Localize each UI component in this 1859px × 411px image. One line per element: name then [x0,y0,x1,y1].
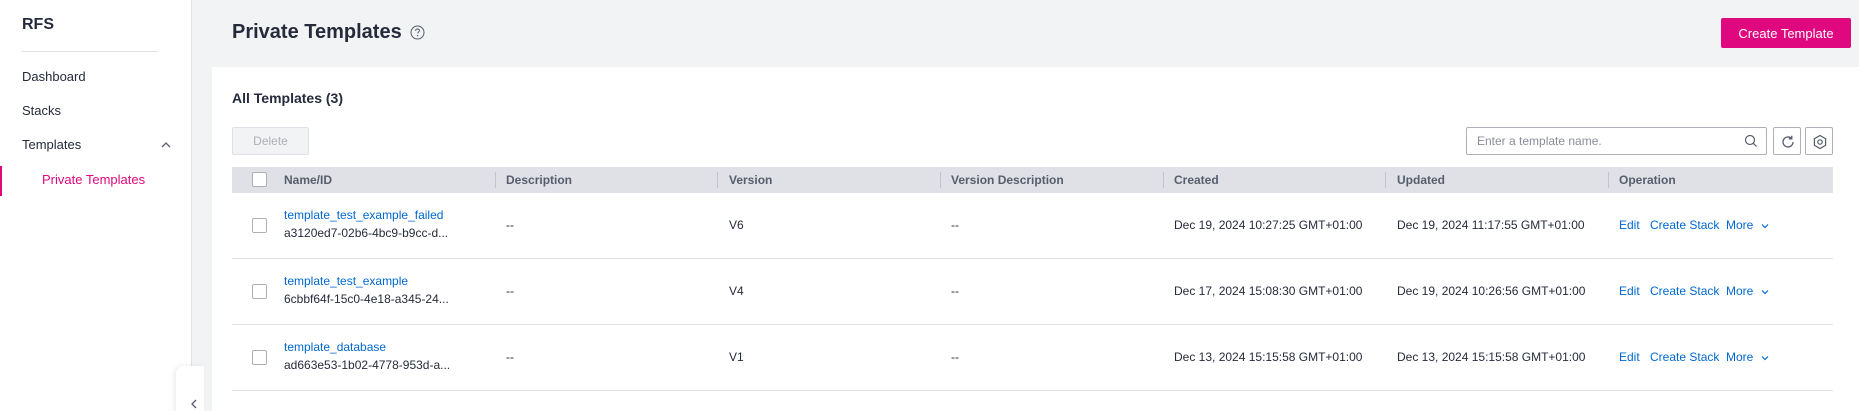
column-divider [495,172,496,188]
refresh-icon [1782,135,1794,148]
column-header-version-description: Version Description [951,173,1064,187]
sidebar-item-dashboard[interactable]: Dashboard [22,69,86,84]
version-description-cell: -- [951,218,959,232]
sidebar-collapse-button[interactable] [176,366,204,411]
create-stack-link[interactable]: Create Stack [1650,218,1719,232]
template-id: ad663e53-1b02-4778-953d-a... [284,358,451,372]
sidebar-item-private-templates[interactable]: Private Templates [42,172,145,187]
sidebar-item-label: Templates [22,137,82,152]
column-header-description: Description [506,173,573,187]
created-cell: Dec 13, 2024 15:15:58 GMT+01:00 [1174,350,1363,364]
table-row: template_test_example 6cbbf64f-15c0-4e18… [232,259,1833,325]
template-id: a3120ed7-02b6-4bc9-b9cc-d... [284,226,449,240]
version-cell: V6 [729,218,744,232]
sidebar-item-stacks[interactable]: Stacks [22,103,61,118]
edit-link[interactable]: Edit [1619,284,1640,298]
template-name-link[interactable]: template_test_example_failed [284,208,443,222]
template-id: 6cbbf64f-15c0-4e18-a345-24... [284,292,449,306]
updated-cell: Dec 13, 2024 15:15:58 GMT+01:00 [1397,350,1586,364]
chevron-up-icon [161,142,171,148]
table-header: Name/ID Description Version Version Desc… [232,167,1833,193]
more-label: More [1726,218,1754,232]
column-header-version: Version [729,173,773,187]
column-divider [1608,172,1609,188]
section-title: All Templates (3) [232,90,343,106]
created-cell: Dec 19, 2024 10:27:25 GMT+01:00 [1174,218,1363,232]
created-cell: Dec 17, 2024 15:08:30 GMT+01:00 [1174,284,1363,298]
sidebar-divider [22,51,158,52]
sidebar: RFS Dashboard Stacks Templates Private T… [0,0,192,411]
page-title: Private Templates [232,21,402,43]
row-checkbox[interactable] [252,218,267,233]
edit-link[interactable]: Edit [1619,218,1640,232]
chevron-down-icon [1761,223,1769,229]
chevron-down-icon [1761,289,1769,295]
help-icon[interactable] [410,25,425,40]
column-divider [940,172,941,188]
search-input[interactable] [1477,133,1732,149]
column-divider [1385,172,1386,188]
more-dropdown[interactable]: More [1726,284,1769,298]
version-description-cell: -- [951,350,959,364]
more-dropdown[interactable]: More [1726,350,1769,364]
column-divider [1163,172,1164,188]
version-cell: V1 [729,350,744,364]
service-name: RFS [22,16,54,33]
column-header-created: Created [1174,173,1219,187]
search-box [1466,127,1767,155]
delete-button[interactable]: Delete [232,127,309,155]
active-indicator [0,166,2,196]
column-divider [717,172,718,188]
refresh-button[interactable] [1773,127,1801,155]
create-template-button[interactable]: Create Template [1721,18,1851,48]
description-cell: -- [506,218,514,232]
row-checkbox[interactable] [252,350,267,365]
description-cell: -- [506,350,514,364]
create-stack-link[interactable]: Create Stack [1650,284,1719,298]
more-label: More [1726,284,1754,298]
templates-card: All Templates (3) Delete Name/ID Descrip… [212,67,1859,411]
row-checkbox[interactable] [252,284,267,299]
search-icon[interactable] [1744,134,1758,148]
chevron-left-icon [191,399,197,409]
column-header-operation: Operation [1619,173,1676,187]
template-name-link[interactable]: template_test_example [284,274,408,288]
more-label: More [1726,350,1754,364]
more-dropdown[interactable]: More [1726,218,1769,232]
version-description-cell: -- [951,284,959,298]
updated-cell: Dec 19, 2024 10:26:56 GMT+01:00 [1397,284,1586,298]
table-row: template_test_example_failed a3120ed7-02… [232,193,1833,259]
version-cell: V4 [729,284,744,298]
select-all-checkbox[interactable] [252,172,267,187]
chevron-down-icon [1761,355,1769,361]
settings-icon [1813,134,1827,150]
settings-button[interactable] [1805,127,1833,155]
table-row: template_database ad663e53-1b02-4778-953… [232,325,1833,391]
updated-cell: Dec 19, 2024 11:17:55 GMT+01:00 [1397,218,1585,232]
column-header-updated: Updated [1397,173,1445,187]
sidebar-item-templates[interactable]: Templates [22,137,172,155]
create-stack-link[interactable]: Create Stack [1650,350,1719,364]
edit-link[interactable]: Edit [1619,350,1640,364]
template-name-link[interactable]: template_database [284,340,386,354]
description-cell: -- [506,284,514,298]
column-header-name: Name/ID [284,173,333,187]
